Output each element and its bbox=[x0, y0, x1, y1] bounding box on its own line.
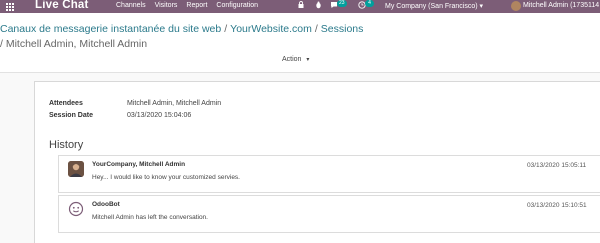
caret-down-icon: ▾ bbox=[479, 3, 484, 10]
bug-icon[interactable] bbox=[315, 1, 322, 11]
user-menu[interactable]: Mitchell Admin (1735114 bbox=[523, 2, 599, 9]
history-title: History bbox=[49, 139, 84, 151]
attendees-label: Attendees bbox=[49, 100, 83, 107]
menu-configuration[interactable]: Configuration bbox=[216, 2, 258, 9]
chat-count-badge: 23 bbox=[337, 0, 347, 7]
user-avatar[interactable] bbox=[511, 1, 521, 11]
breadcrumb-separator: / bbox=[314, 23, 318, 35]
breadcrumb-separator: / bbox=[0, 38, 3, 50]
breadcrumb-current: / Mitchell Admin, Mitchell Admin bbox=[0, 38, 147, 50]
breadcrumb: Canaux de messagerie instantanée du site… bbox=[0, 23, 363, 35]
breadcrumb-website[interactable]: YourWebsite.com bbox=[230, 23, 312, 35]
control-panel: Canaux de messagerie instantanée du site… bbox=[0, 13, 600, 73]
caret-down-icon: ▾ bbox=[306, 57, 310, 63]
message-author: YourCompany, Mitchell Admin bbox=[92, 161, 186, 168]
attendees-value: Mitchell Admin, Mitchell Admin bbox=[127, 100, 222, 107]
app-title[interactable]: Live Chat bbox=[35, 0, 89, 11]
message-body: Mitchell Admin has left the conversation… bbox=[92, 214, 208, 221]
activity-count-badge: 4 bbox=[365, 0, 374, 7]
menu-visitors[interactable]: Visitors bbox=[155, 2, 178, 9]
breadcrumb-separator: / bbox=[224, 23, 228, 35]
session-date-value: 03/13/2020 15:04:06 bbox=[127, 112, 192, 119]
message-body: Hey... I would like to know your customi… bbox=[92, 174, 240, 181]
message-date: 03/13/2020 15:10:51 bbox=[527, 202, 587, 209]
author-avatar bbox=[68, 161, 84, 177]
form-sheet: Attendees Mitchell Admin, Mitchell Admin… bbox=[34, 81, 600, 243]
action-dropdown[interactable]: Action ▾ bbox=[282, 56, 309, 63]
lock-icon[interactable] bbox=[298, 1, 304, 10]
breadcrumb-channels[interactable]: Canaux de messagerie instantanée du site… bbox=[0, 23, 221, 35]
action-label: Action bbox=[282, 56, 302, 63]
breadcrumb-current-record: Mitchell Admin, Mitchell Admin bbox=[5, 38, 148, 50]
history-message: YourCompany, Mitchell Admin 03/13/2020 1… bbox=[58, 155, 600, 193]
top-navbar: Live Chat Channels Visitors Report Confi… bbox=[0, 0, 600, 13]
company-name: My Company (San Francisco) bbox=[385, 3, 478, 10]
breadcrumb-sessions[interactable]: Sessions bbox=[321, 23, 364, 35]
session-date-label: Session Date bbox=[49, 112, 93, 119]
main-menu: Channels Visitors Report Configuration bbox=[116, 2, 258, 9]
company-switcher[interactable]: My Company (San Francisco) ▾ bbox=[385, 2, 483, 10]
odoobot-icon bbox=[68, 201, 84, 217]
message-date: 03/13/2020 15:05:11 bbox=[527, 162, 587, 169]
history-message: OdooBot 03/13/2020 15:10:51 Mitchell Adm… bbox=[58, 195, 600, 233]
message-author: OdooBot bbox=[92, 201, 120, 208]
menu-report[interactable]: Report bbox=[186, 2, 207, 9]
menu-channels[interactable]: Channels bbox=[116, 2, 146, 9]
apps-menu-icon[interactable] bbox=[6, 3, 14, 11]
